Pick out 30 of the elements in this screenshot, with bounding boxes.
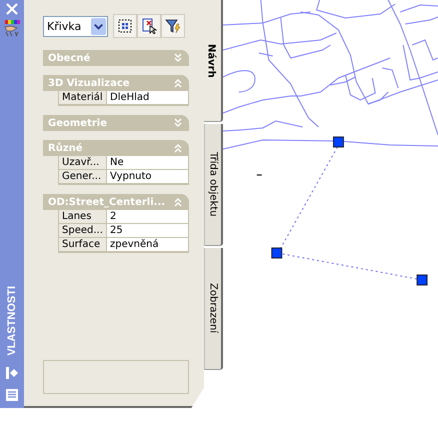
side-tab[interactable]: Zobrazení <box>204 248 223 370</box>
property-value[interactable]: 25 <box>107 224 188 238</box>
funnel-icon <box>165 18 181 34</box>
collapse-icon <box>173 78 183 88</box>
select-objects-button[interactable] <box>137 14 161 38</box>
category-title: Obecné <box>48 52 90 64</box>
quick-select-button[interactable] <box>113 14 137 38</box>
auto-hide-icon[interactable] <box>5 366 19 380</box>
properties-icon[interactable] <box>3 19 21 37</box>
collapse-icon <box>173 143 183 153</box>
expand-icon <box>173 118 183 128</box>
side-tab[interactable]: Třída objektu <box>204 124 223 246</box>
menu-icon[interactable] <box>5 388 19 402</box>
filter-button[interactable] <box>161 14 185 38</box>
property-value[interactable]: DleHlad <box>107 91 188 105</box>
collapse-icon <box>173 197 183 207</box>
category-title: Různé <box>48 142 83 154</box>
select-cursor-icon <box>141 18 157 34</box>
palette-title: VLASTNOSTI <box>6 286 18 356</box>
object-type-dropdown[interactable]: Křivka <box>43 16 108 36</box>
category-title: 3D Vizualizace <box>48 78 130 88</box>
close-icon[interactable] <box>6 3 18 15</box>
expand-icon <box>173 53 183 63</box>
property-value[interactable]: Ne <box>107 156 188 170</box>
category-title: OD:Street_Centerli... <box>48 196 166 208</box>
category-title: Geometrie <box>48 118 107 128</box>
property-value[interactable]: Vypnuto <box>107 170 188 184</box>
property-value[interactable]: zpevněná <box>107 238 188 252</box>
quick-select-icon <box>117 18 133 34</box>
property-value[interactable]: 2 <box>107 210 188 224</box>
